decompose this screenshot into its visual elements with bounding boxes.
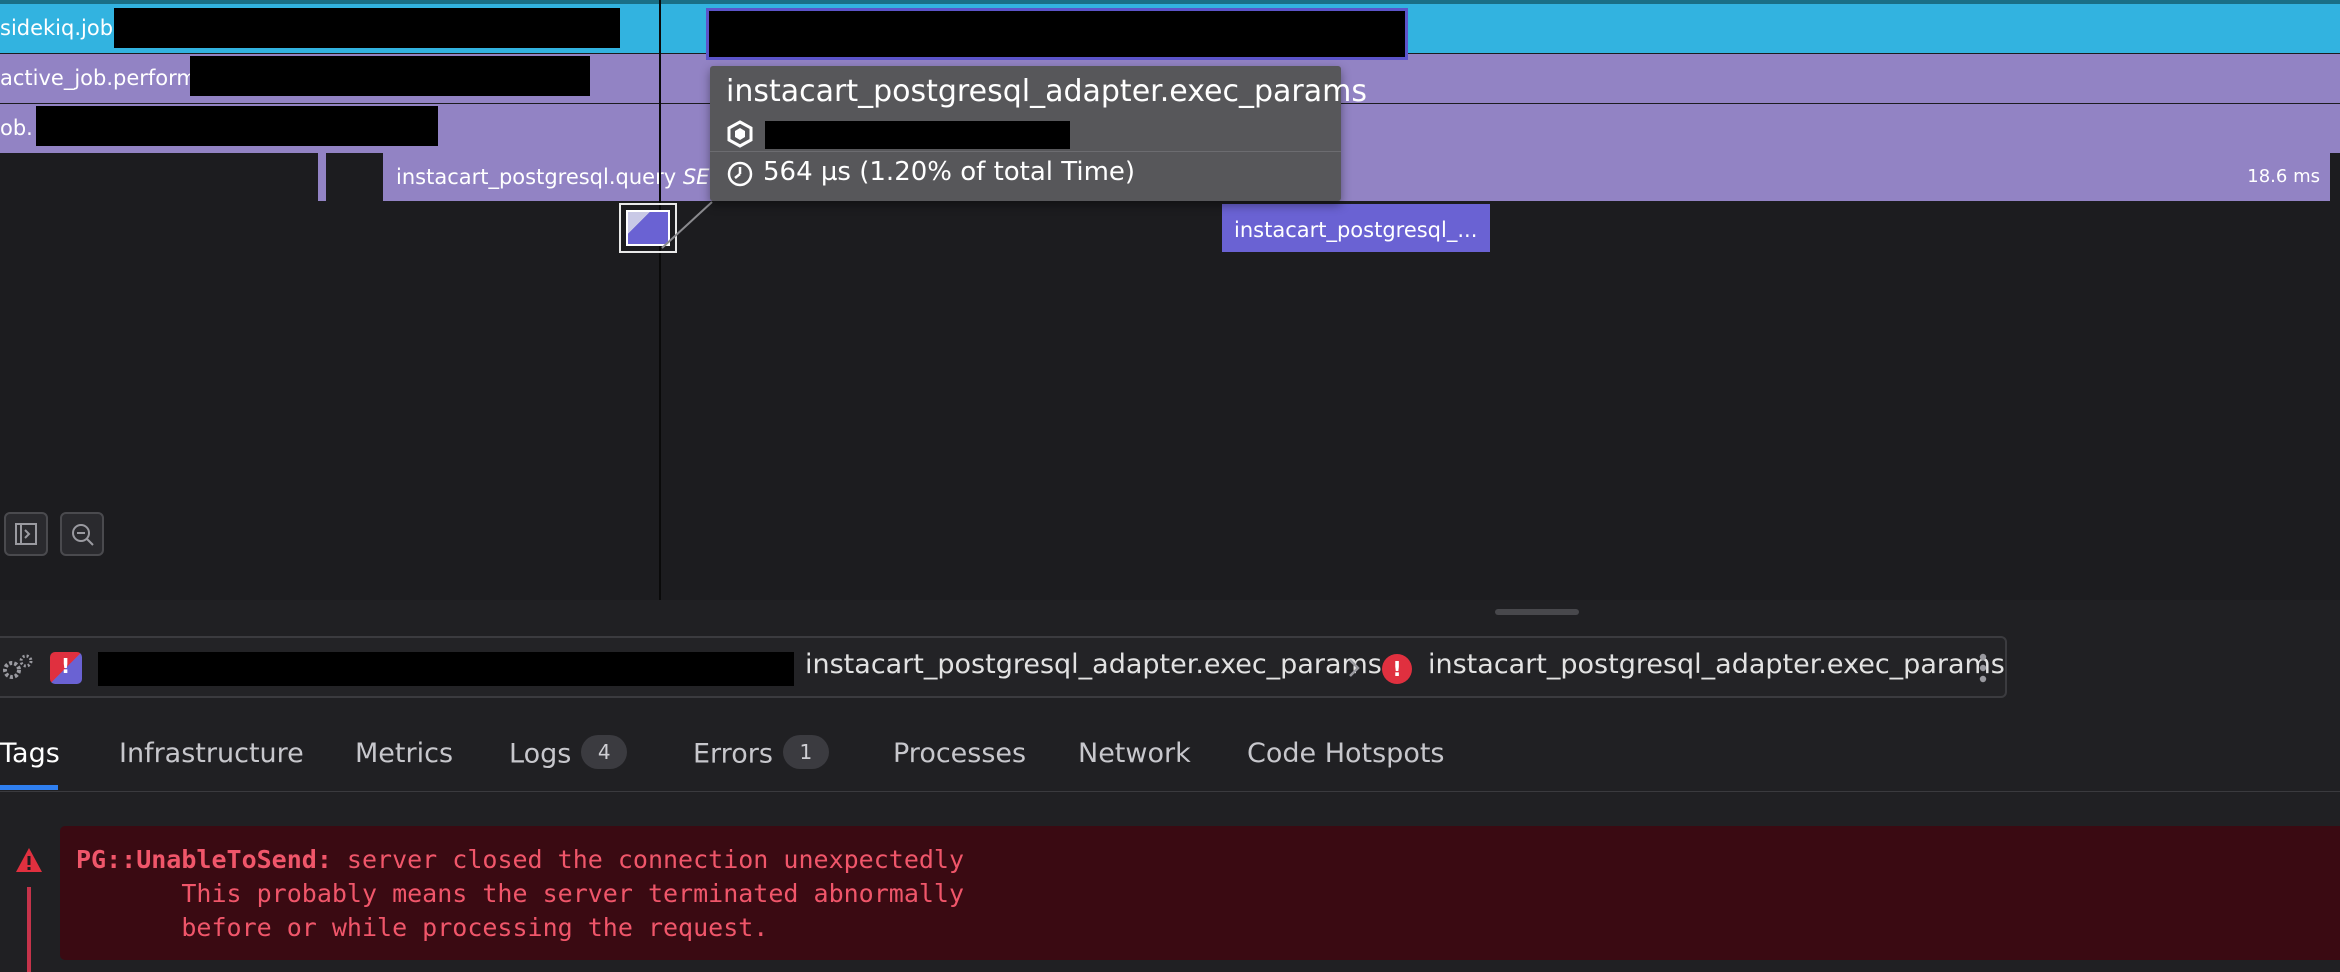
tooltip-divider xyxy=(710,151,1341,152)
tab-processes[interactable]: Processes xyxy=(893,738,1026,769)
tab-metrics[interactable]: Metrics xyxy=(355,738,453,769)
error-message-line: PG::UnableToSend: server closed the conn… xyxy=(76,845,965,874)
tab-tags[interactable]: Tags xyxy=(0,738,60,769)
tooltip-connector xyxy=(661,201,713,249)
span-postgresql-query[interactable]: instacart_postgresql.query SEL 18.6 ms xyxy=(383,153,2330,201)
resize-handle[interactable] xyxy=(1495,609,1579,615)
breadcrumb-item[interactable]: instacart_postgresql_adapter.exec_params xyxy=(805,649,1382,680)
tab-code-hotspots[interactable]: Code Hotspots xyxy=(1247,738,1445,769)
expand-panel-button[interactable] xyxy=(4,512,48,556)
active-tab-indicator xyxy=(0,785,58,790)
tab-errors[interactable]: Errors 1 xyxy=(693,735,829,772)
span-query-marker[interactable] xyxy=(318,153,326,201)
redacted-resource xyxy=(114,8,620,48)
zoom-out-button[interactable] xyxy=(60,512,104,556)
tabs-divider xyxy=(0,791,2340,792)
span-exec-params[interactable]: instacart_postgresql_... xyxy=(1222,204,1490,252)
span-label: instacart_postgresql_... xyxy=(1234,218,1478,242)
tab-logs[interactable]: Logs 4 xyxy=(509,735,628,772)
more-vertical-icon[interactable] xyxy=(1975,650,1991,686)
hexagon-service-icon xyxy=(727,120,753,148)
error-span-icon: ! xyxy=(50,652,82,684)
chevron-right-icon xyxy=(1349,659,1360,677)
redacted-resource xyxy=(98,652,794,686)
tab-network[interactable]: Network xyxy=(1078,738,1191,769)
redacted-resource xyxy=(36,106,438,146)
gears-icon[interactable] xyxy=(0,650,36,686)
tooltip-redacted-header xyxy=(706,8,1408,60)
redacted-service xyxy=(765,121,1070,149)
cursor-line xyxy=(659,0,661,600)
span-label: active_job.perform xyxy=(0,66,197,90)
error-accent-line xyxy=(27,887,31,972)
error-message-line: This probably means the server terminate… xyxy=(76,879,965,908)
tab-infrastructure[interactable]: Infrastructure xyxy=(119,738,304,769)
error-circle-icon: ! xyxy=(1382,654,1412,684)
breadcrumb-current[interactable]: instacart_postgresql_adapter.exec_params xyxy=(1428,649,2005,680)
tooltip-title: instacart_postgresql_adapter.exec_params xyxy=(726,74,1367,109)
tooltip-duration: 564 µs (1.20% of total Time) xyxy=(763,157,1136,187)
logs-count-badge: 4 xyxy=(581,735,628,769)
expand-panel-icon xyxy=(15,523,37,545)
span-label: sidekiq.job xyxy=(0,16,114,40)
span-label: ob. xyxy=(0,116,33,140)
redacted-resource xyxy=(190,56,590,96)
span-label: instacart_postgresql.query SEL xyxy=(396,165,722,189)
clock-icon xyxy=(727,161,753,187)
warning-triangle-icon xyxy=(16,848,42,872)
errors-count-badge: 1 xyxy=(782,735,829,769)
zoom-out-icon xyxy=(72,524,94,546)
span-duration: 18.6 ms xyxy=(2247,166,2320,187)
error-message-line: before or while processing the request. xyxy=(76,913,769,942)
